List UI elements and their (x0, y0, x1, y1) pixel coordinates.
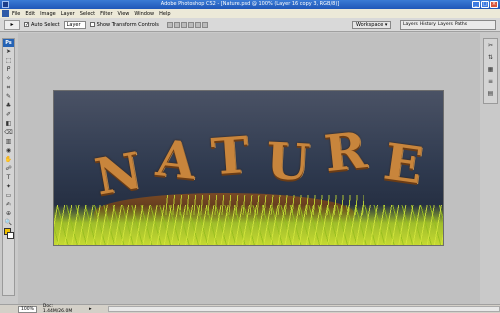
auto-select-option[interactable]: ✓ Auto Select (24, 22, 60, 28)
window-title: Adobe Photoshop CS2 - [Nature.psd @ 100%… (160, 1, 340, 7)
color-swatches (3, 227, 14, 243)
menu-bar: File Edit Image Layer Select Filter View… (0, 9, 500, 18)
document-menu-icon[interactable] (2, 10, 9, 17)
eyedropper-tool-icon[interactable]: ⊕ (3, 209, 14, 218)
menu-help[interactable]: Help (159, 11, 170, 17)
workspace-button[interactable]: Workspace ▾ (352, 21, 392, 29)
status-menu-arrow-icon[interactable]: ▸ (89, 306, 92, 312)
navigator-icon[interactable]: ⇅ (484, 53, 497, 63)
align-buttons (166, 21, 208, 28)
letter-t: T (208, 124, 253, 186)
collapsed-palettes: ✂ ⇅ ▦ ≡ ▤ (483, 38, 498, 104)
auto-select-checkbox[interactable]: ✓ (24, 22, 29, 28)
crop-tool-icon[interactable]: ⌗ (3, 83, 14, 92)
auto-select-label: Auto Select (31, 21, 60, 28)
palette-well: Layers History Layers Paths (400, 20, 496, 30)
swatches-icon[interactable]: ▦ (484, 65, 497, 75)
auto-select-target-select[interactable]: Layer (63, 20, 86, 29)
letter-n: N (90, 139, 148, 207)
channels-icon[interactable]: ▤ (484, 89, 497, 99)
palette-well-tab[interactable]: Layers (438, 21, 453, 29)
palette-well-tab[interactable]: Layers (403, 21, 418, 29)
close-button[interactable]: × (490, 1, 498, 8)
title-bar: Adobe Photoshop CS2 - [Nature.psd @ 100%… (0, 0, 500, 9)
menu-edit[interactable]: Edit (25, 11, 35, 17)
toolbox: Ps ➤ ⬚ ᑭ ✧ ⌗ ✎ ♣ ✐ ◧ ⌫ ▥ ◉ ✋ ☍ T ✦ ▭ ✍ ⊕… (2, 38, 15, 296)
dodge-tool-icon[interactable]: ◉ (3, 146, 14, 155)
align-left-icon[interactable] (187, 21, 194, 28)
menu-file[interactable]: File (12, 11, 20, 17)
letter-a: A (153, 127, 201, 191)
photoshop-app-icon (2, 1, 9, 8)
align-top-icon[interactable] (166, 21, 173, 28)
wooden-title-text: N A T U R E (91, 119, 429, 206)
show-transform-option[interactable]: Show Transform Controls (89, 21, 159, 28)
palette-well-tab[interactable]: Paths (455, 21, 467, 29)
eraser-tool-icon[interactable]: ⌫ (3, 128, 14, 137)
tool-presets-icon[interactable]: ✂ (484, 41, 497, 51)
photoshop-badge[interactable]: Ps (3, 39, 14, 47)
letter-e: E (380, 131, 429, 196)
lasso-tool-icon[interactable]: ᑭ (3, 65, 14, 74)
align-right-icon[interactable] (201, 21, 208, 28)
letter-u: U (264, 130, 313, 192)
align-middle-icon[interactable] (173, 21, 180, 28)
document-size-info: Doc: 1.44M/26.0M (42, 304, 73, 313)
layers-icon[interactable]: ≡ (484, 77, 497, 87)
horizontal-scrollbar[interactable] (107, 306, 500, 312)
show-transform-label: Show Transform Controls (96, 21, 159, 28)
clone-stamp-tool-icon[interactable]: ◧ (3, 119, 14, 128)
options-bar: ▸ ✓ Auto Select Layer Show Transform Con… (0, 18, 500, 32)
align-center-icon[interactable] (194, 21, 201, 28)
palette-well-tab[interactable]: History (420, 21, 436, 29)
gradient-tool-icon[interactable]: ▥ (3, 137, 14, 146)
menu-layer[interactable]: Layer (61, 11, 75, 17)
align-bottom-icon[interactable] (180, 21, 187, 28)
minimize-button[interactable]: _ (472, 1, 480, 8)
brush-tool-icon[interactable]: ✐ (3, 110, 14, 119)
show-transform-checkbox[interactable] (89, 22, 95, 27)
menu-filter[interactable]: Filter (100, 11, 112, 17)
notes-tool-icon[interactable]: ✍ (3, 200, 14, 209)
tool-preset-picker[interactable]: ▸ (4, 19, 20, 30)
type-tool-icon[interactable]: T (3, 173, 14, 182)
menu-view[interactable]: View (118, 11, 130, 17)
foreground-grass (54, 205, 443, 245)
pen-tool-icon[interactable]: ✦ (3, 182, 14, 191)
menu-select[interactable]: Select (80, 11, 95, 17)
path-selection-tool-icon[interactable]: ☍ (3, 164, 14, 173)
background-color-swatch[interactable] (7, 232, 14, 239)
menu-window[interactable]: Window (134, 11, 154, 17)
menu-image[interactable]: Image (40, 11, 56, 17)
maximize-button[interactable]: □ (481, 1, 489, 8)
move-tool-icon[interactable]: ➤ (3, 47, 14, 56)
window-controls: _ □ × (472, 1, 498, 8)
slice-tool-icon[interactable]: ✎ (3, 92, 14, 101)
zoom-field[interactable]: 100% (18, 305, 37, 313)
zoom-tool-icon[interactable]: 🔍 (3, 218, 14, 227)
status-bar: 100% Doc: 1.44M/26.0M ▸ (0, 304, 500, 313)
letter-r: R (321, 119, 371, 183)
hand-tool-icon[interactable]: ✋ (3, 155, 14, 164)
document-canvas[interactable]: N A T U R E (53, 90, 444, 246)
shape-tool-icon[interactable]: ▭ (3, 191, 14, 200)
marquee-tool-icon[interactable]: ⬚ (3, 56, 14, 65)
magic-wand-tool-icon[interactable]: ✧ (3, 74, 14, 83)
healing-brush-tool-icon[interactable]: ♣ (3, 101, 14, 110)
